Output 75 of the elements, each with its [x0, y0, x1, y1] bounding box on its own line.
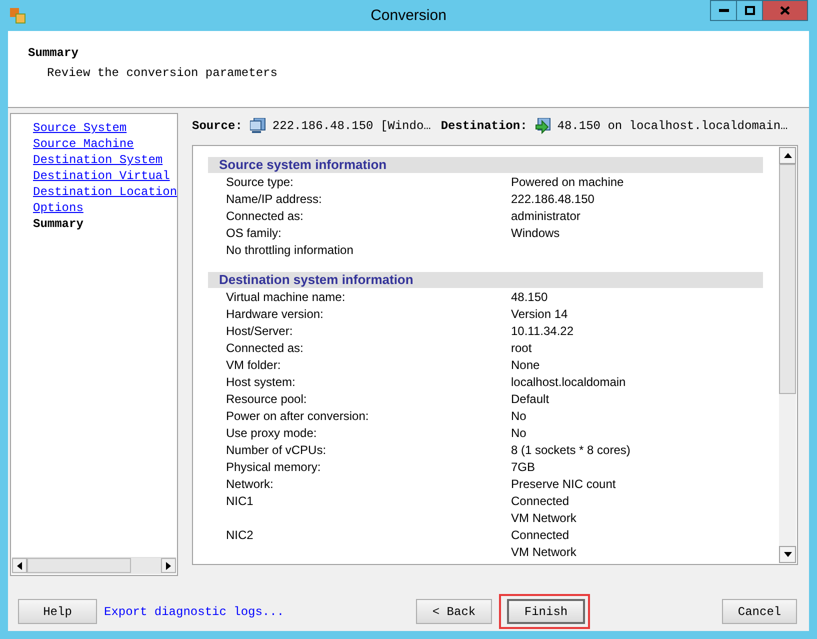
field-value: Powered on machine: [511, 174, 625, 191]
app-icon: [10, 8, 26, 24]
back-button[interactable]: < Back: [416, 599, 492, 624]
wizard-step-link[interactable]: Options: [33, 200, 84, 216]
field-value: No: [511, 425, 528, 442]
field-label: VM folder:: [226, 357, 282, 374]
destination-label: Destination:: [440, 119, 528, 133]
wizard-step-link[interactable]: Destination Virtual: [33, 168, 170, 184]
cancel-button[interactable]: Cancel: [722, 599, 797, 624]
field-value: Windows: [511, 225, 561, 242]
field-label: NIC1: [226, 493, 254, 510]
field-label: Connected as:: [226, 340, 304, 357]
field-label: NIC2: [226, 527, 254, 544]
window-title: Conversion: [370, 7, 446, 24]
page-title: Summary: [28, 45, 80, 62]
field-label: OS family:: [226, 225, 282, 242]
export-logs-link[interactable]: Export diagnostic logs...: [104, 604, 284, 618]
destination-value: 48.150 on localhost.localdomain…: [557, 119, 788, 133]
close-icon: [780, 6, 790, 15]
field-value: Connected: [511, 527, 570, 544]
field-label: Virtual machine name:: [226, 289, 346, 306]
field-label: Network:: [226, 476, 274, 493]
field-label: Hardware version:: [226, 306, 324, 323]
vertical-scrollbar[interactable]: [779, 147, 796, 563]
field-value: VM Network: [511, 544, 578, 561]
field-label: Power on after conversion:: [226, 408, 370, 425]
section-header: Source system information: [208, 157, 763, 173]
field-value: None: [511, 357, 541, 374]
finish-button[interactable]: Finish: [507, 599, 586, 624]
field-label: Connected as:: [226, 208, 304, 225]
field-value: 10.11.34.22: [511, 323, 575, 340]
field-label: Host/Server:: [226, 323, 294, 340]
horizontal-scrollbar[interactable]: [12, 557, 176, 574]
wizard-step-link[interactable]: Summary: [33, 216, 84, 232]
field-label: Host system:: [226, 374, 296, 391]
field-label: No throttling information: [226, 242, 354, 259]
maximize-button[interactable]: [736, 0, 763, 21]
wizard-step-link[interactable]: Destination System: [33, 152, 163, 168]
field-value: 222.186.48.150: [511, 191, 596, 208]
maximize-icon: [744, 6, 754, 15]
left-arrow-icon: [17, 562, 22, 570]
up-arrow-icon: [784, 153, 792, 158]
field-value: Version 14: [511, 306, 569, 323]
field-value: 48.150: [511, 289, 549, 306]
field-label: Use proxy mode:: [226, 425, 318, 442]
field-label: Name/IP address:: [226, 191, 323, 208]
wizard-step-link[interactable]: Source System: [33, 120, 127, 136]
field-label: Source type:: [226, 174, 294, 191]
virtual-machine-icon: [535, 118, 552, 134]
field-value: No: [511, 408, 528, 425]
minimize-icon: [718, 9, 728, 12]
page-subtitle: Review the conversion parameters: [46, 65, 278, 82]
field-value: 7GB: [511, 459, 536, 476]
close-button[interactable]: [762, 0, 808, 21]
right-arrow-icon: [166, 562, 171, 570]
computer-icon: [250, 118, 266, 134]
field-label: Resource pool:: [226, 391, 308, 408]
field-value: root: [511, 340, 533, 357]
field-value: administrator: [511, 208, 582, 225]
field-label: Number of vCPUs:: [226, 442, 328, 459]
field-value: Connected: [511, 493, 570, 510]
help-button[interactable]: Help: [18, 599, 97, 624]
wizard-step-link[interactable]: Source Machine: [33, 136, 134, 152]
wizard-step-link[interactable]: Destination Location: [33, 184, 177, 200]
field-value: localhost.localdomain: [511, 374, 627, 391]
source-label: Source:: [192, 119, 242, 133]
field-label: Physical memory:: [226, 459, 322, 476]
field-value: Default: [511, 391, 550, 408]
field-value: VM Network: [511, 510, 578, 527]
minimize-button[interactable]: [710, 0, 737, 21]
down-arrow-icon: [784, 552, 792, 557]
source-value: 222.186.48.150 [Windo…: [272, 119, 431, 133]
field-value: Preserve NIC count: [511, 476, 617, 493]
section-header: Destination system information: [208, 272, 763, 288]
field-value: 8 (1 sockets * 8 cores): [511, 442, 632, 459]
